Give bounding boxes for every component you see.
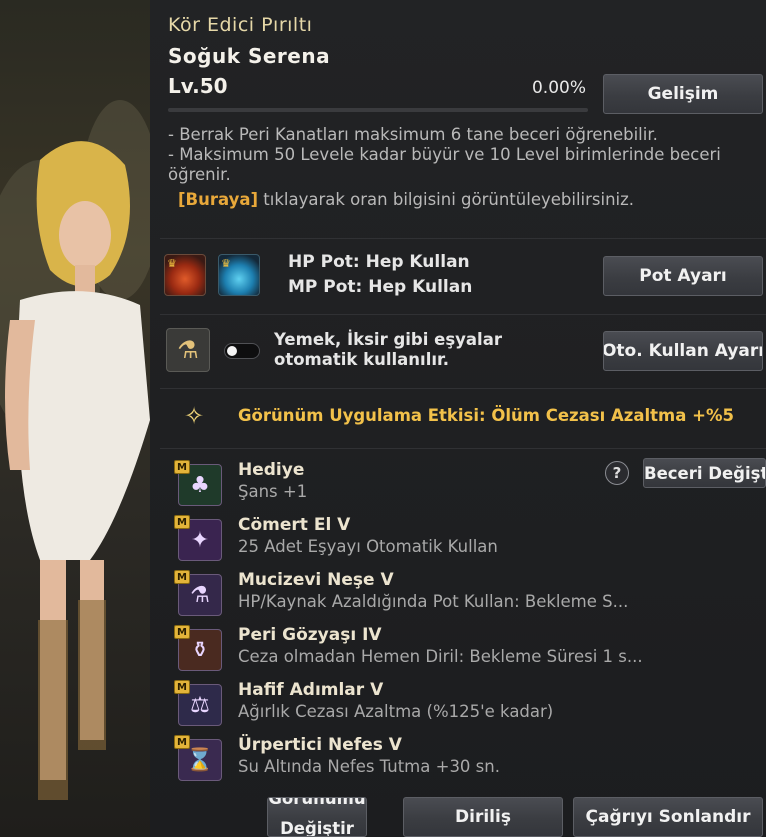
skill-row[interactable]: ⌛ M Ürpertici Nefes V Su Altında Nefes Tutm…	[174, 735, 754, 787]
divider	[160, 238, 766, 239]
skill-name: Mucizevi Neşe V	[238, 570, 394, 590]
mastery-badge-icon: M	[174, 460, 190, 474]
mastery-badge-icon: M	[174, 625, 190, 639]
hp-potion-icon: ♛	[164, 254, 206, 296]
skill-row[interactable]: ♣ M Hediye Şans +1	[174, 460, 754, 512]
rate-info-line: [Buraya] tıklayarak oran bilgisini görün…	[178, 190, 634, 209]
mastery-badge-icon: M	[174, 515, 190, 529]
hp-pot-setting: HP Pot: Hep Kullan	[288, 252, 470, 272]
change-appearance-label: Görünümü Değiştir	[268, 797, 366, 837]
skill-name: Hafif Adımlar V	[238, 680, 384, 700]
skill-name: Cömert El V	[238, 515, 351, 535]
crown-icon: ♛	[167, 257, 177, 270]
divider	[160, 448, 766, 449]
pet-subtitle: Kör Edici Pırıltı	[168, 14, 313, 36]
skill-name: Ürpertici Nefes V	[238, 735, 402, 755]
rate-info-text: tıklayarak oran bilgisini görüntüleyebil…	[258, 190, 635, 209]
mp-pot-setting: MP Pot: Hep Kullan	[288, 277, 473, 297]
growth-button[interactable]: Gelişim	[603, 74, 763, 114]
xp-percent: 0.00%	[531, 78, 586, 98]
skill-description: Su Altında Nefes Tutma +30 sn.	[238, 757, 500, 776]
mastery-badge-icon: M	[174, 570, 190, 584]
auto-use-settings-button[interactable]: Oto. Kullan Ayarı	[603, 331, 763, 371]
revive-button[interactable]: Diriliş	[403, 797, 563, 837]
info-text: - Berrak Peri Kanatları maksimum 6 tane …	[168, 125, 766, 185]
divider	[160, 314, 766, 315]
skill-description: Ağırlık Cezası Azaltma (%125'e kadar)	[238, 702, 554, 721]
skill-description: Ceza olmadan Hemen Diril: Bekleme Süresi…	[238, 647, 643, 666]
skill-description: Şans +1	[238, 482, 308, 501]
dismiss-summon-button[interactable]: Çağrıyı Sonlandır	[573, 797, 763, 837]
skill-row[interactable]: ⚖ M Hafif Adımlar V Ağırlık Cezası Azaltma …	[174, 680, 754, 732]
character-portrait	[0, 0, 150, 837]
skill-row[interactable]: ⚗ M Mucizevi Neşe V HP/Kaynak Azaldığında P…	[174, 570, 754, 622]
rate-info-link[interactable]: [Buraya]	[178, 190, 258, 209]
skill-description: HP/Kaynak Azaldığında Pot Kullan: Beklem…	[238, 592, 629, 611]
auto-use-description: Yemek, İksir gibi eşyalar otomatik kulla…	[274, 330, 502, 370]
info-line-1: - Berrak Peri Kanatları maksimum 6 tane …	[168, 125, 658, 144]
skill-name: Peri Gözyaşı IV	[238, 625, 382, 645]
pet-level: Lv.50	[168, 74, 228, 98]
skill-row[interactable]: ✦ M Cömert El V 25 Adet Eşyayı Otomatik Kul…	[174, 515, 754, 567]
mp-potion-icon: ♛	[218, 254, 260, 296]
xp-bar	[168, 108, 588, 112]
pet-name: Soğuk Serena	[168, 44, 331, 68]
magic-wand-icon: ✧	[184, 402, 205, 430]
pot-settings-button[interactable]: Pot Ayarı	[603, 256, 763, 296]
auto-use-line-1: Yemek, İksir gibi eşyalar	[274, 330, 502, 349]
crown-icon: ♛	[221, 257, 231, 270]
skill-name: Hediye	[238, 460, 305, 480]
skill-description: 25 Adet Eşyayı Otomatik Kullan	[238, 537, 498, 556]
auto-use-toggle[interactable]	[224, 343, 260, 359]
fairy-portrait-illustration	[0, 100, 150, 800]
auto-use-potion-icon: ⚗	[166, 328, 210, 372]
mastery-badge-icon: M	[174, 735, 190, 749]
skill-row[interactable]: ⚱ M Peri Gözyaşı IV Ceza olmadan Hemen Diri…	[174, 625, 754, 677]
change-appearance-button[interactable]: Görünümü Değiştir	[267, 797, 367, 837]
auto-use-line-2: otomatik kullanılır.	[274, 350, 450, 369]
info-line-2: - Maksimum 50 Levele kadar büyür ve 10 L…	[168, 145, 721, 184]
divider	[160, 388, 766, 389]
appearance-effect-text: Görünüm Uygulama Etkisi: Ölüm Cezası Aza…	[238, 406, 734, 425]
mastery-badge-icon: M	[174, 680, 190, 694]
toggle-knob	[227, 346, 237, 356]
